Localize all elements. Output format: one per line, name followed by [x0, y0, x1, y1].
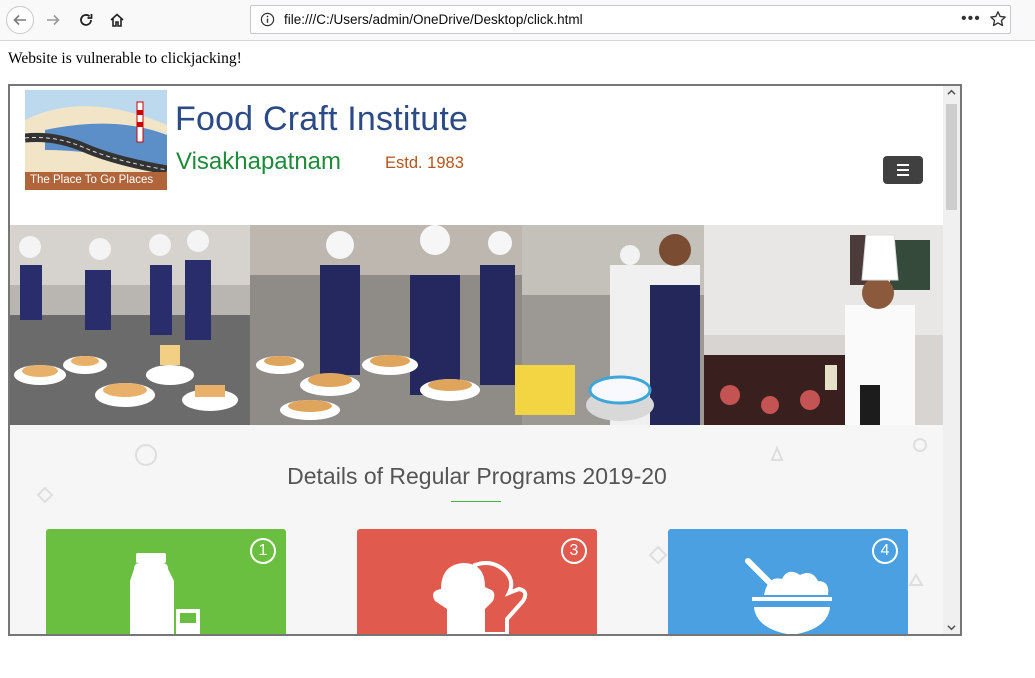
reload-icon — [80, 14, 93, 26]
page-actions-menu-button[interactable]: ••• — [961, 10, 981, 28]
section-title: Details of Regular Programs 2019-20 — [287, 463, 667, 489]
scroll-down-arrow-icon[interactable] — [947, 623, 956, 632]
scroll-up-arrow-icon[interactable] — [947, 88, 956, 97]
embedded-iframe[interactable]: The Place To Go Places Food Craft Instit… — [8, 84, 962, 636]
hamburger-icon — [897, 164, 909, 166]
milk-bottle-icon — [130, 553, 200, 634]
reload-button[interactable] — [72, 6, 100, 34]
institute-established: Estd. 1983 — [385, 154, 464, 172]
title-underline — [451, 501, 501, 502]
institute-logo: The Place To Go Places — [25, 90, 167, 190]
programs-section: Details of Regular Programs 2019-20 1 3 … — [10, 425, 944, 634]
logo-caption: The Place To Go Places — [30, 174, 154, 186]
star-bookmark-icon[interactable] — [989, 10, 1007, 28]
home-button[interactable] — [103, 6, 131, 34]
arrow-right-icon — [47, 14, 60, 26]
institute-city: Visakhapatnam — [176, 148, 341, 175]
bowl-icon — [745, 558, 832, 634]
institute-name: Food Craft Institute — [175, 100, 469, 138]
banner-photo-collage — [10, 225, 944, 425]
oven-mitt-icon — [433, 561, 528, 634]
hamburger-menu-button[interactable] — [883, 156, 923, 184]
home-icon — [110, 13, 124, 27]
program-card[interactable]: 3 — [357, 529, 597, 634]
info-icon[interactable] — [260, 12, 275, 27]
address-bar[interactable]: file:///C:/Users/admin/OneDrive/Desktop/… — [250, 5, 1011, 34]
browser-toolbar: file:///C:/Users/admin/OneDrive/Desktop/… — [0, 0, 1035, 41]
site-header: The Place To Go Places Food Craft Instit… — [10, 86, 944, 226]
program-card[interactable]: 1 — [46, 529, 286, 634]
back-button[interactable] — [6, 6, 34, 34]
iframe-scrollbar[interactable] — [943, 86, 960, 634]
program-card[interactable]: 4 — [668, 529, 908, 634]
forward-button[interactable] — [39, 6, 67, 34]
scrollbar-thumb[interactable] — [946, 104, 957, 210]
clickjacking-message: Website is vulnerable to clickjacking! — [8, 50, 242, 67]
url-text: file:///C:/Users/admin/OneDrive/Desktop/… — [284, 12, 583, 27]
arrow-left-icon — [13, 14, 26, 26]
